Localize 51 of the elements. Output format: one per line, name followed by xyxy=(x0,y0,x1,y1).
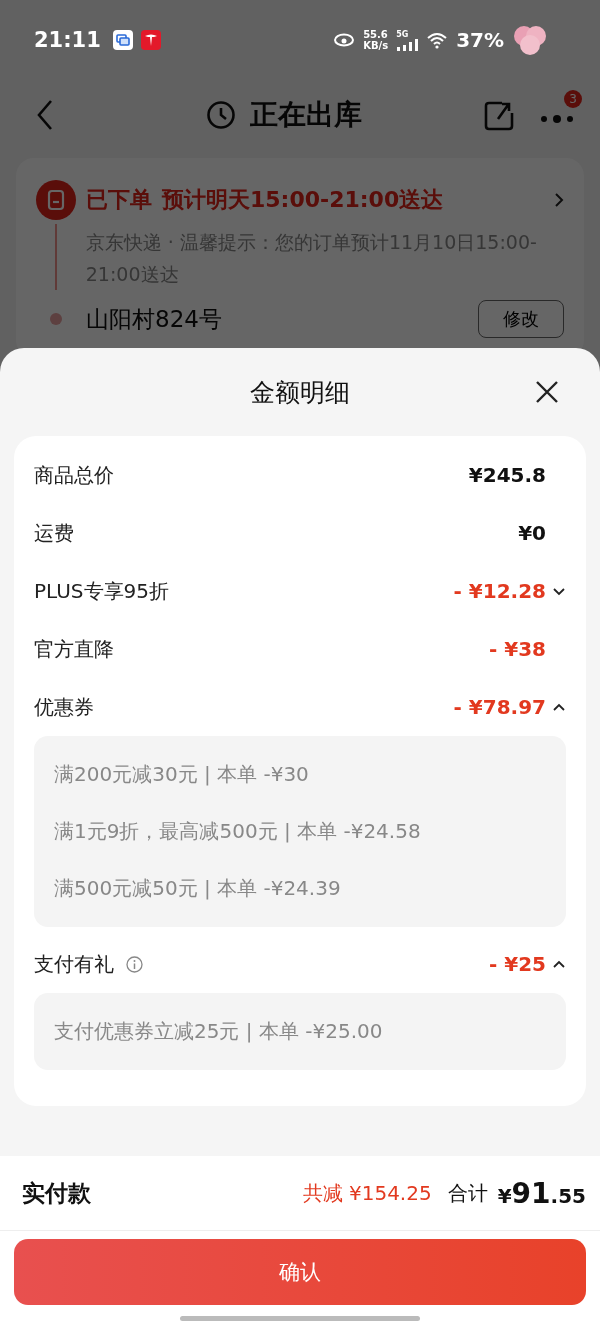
eye-icon xyxy=(333,33,356,47)
price-amount: ¥0 xyxy=(518,521,546,545)
wifi-icon xyxy=(426,31,449,49)
info-icon[interactable] xyxy=(126,955,143,973)
grand-total-label: 合计 xyxy=(447,1179,488,1207)
network-speed: 55.6 xyxy=(363,29,389,40)
status-time: 21:11 xyxy=(34,28,101,52)
price-amount: - ¥38 xyxy=(489,637,546,661)
discount-detail: 满500元减50元 | 本单 -¥24.39 xyxy=(54,875,342,902)
grand-total: ¥91.55 xyxy=(497,1176,586,1210)
close-icon[interactable] xyxy=(535,380,559,404)
price-amount: - ¥12.28 xyxy=(453,579,546,603)
confirm-button[interactable]: 确认 xyxy=(14,1239,586,1305)
share-icon[interactable] xyxy=(484,99,514,131)
battery-level: 37% xyxy=(456,28,504,52)
notification-badge: 3 xyxy=(564,89,582,108)
delivery-address: 山阳村824号 xyxy=(86,304,223,334)
sheet-title: 金额明细 xyxy=(250,376,350,409)
avatar-icon xyxy=(512,24,548,56)
discount-detail: 满200元减30元 | 本单 -¥30 xyxy=(54,761,310,788)
price-label: 官方直降 xyxy=(34,635,114,663)
back-icon[interactable] xyxy=(36,99,54,131)
timeline-dot xyxy=(50,313,62,325)
edit-button[interactable]: 修改 xyxy=(478,300,564,338)
car-app-icon xyxy=(140,30,161,50)
delivery-estimate: 预计明天15:00-21:00送达 xyxy=(162,186,445,214)
page-title: 正在出库 xyxy=(250,97,362,133)
more-icon[interactable] xyxy=(540,112,574,125)
chevron-up-icon[interactable] xyxy=(552,959,566,969)
chevron-down-icon[interactable] xyxy=(552,586,566,596)
discount-detail: 满1元9折，最高减500元 | 本单 -¥24.58 xyxy=(54,818,422,845)
clock-icon xyxy=(206,100,236,130)
price-amount: ¥245.8 xyxy=(468,463,546,487)
gallery-app-icon xyxy=(112,30,133,50)
price-label: 支付有礼 xyxy=(34,950,114,978)
price-label: 商品总价 xyxy=(34,461,114,489)
chevron-right-icon[interactable] xyxy=(554,192,564,208)
price-amount: - ¥25 xyxy=(489,952,546,976)
discount-detail: 支付优惠券立减25元 | 本单 -¥25.00 xyxy=(54,1018,384,1045)
order-status: 已下单 xyxy=(86,186,152,214)
signal-icon xyxy=(396,38,419,51)
price-amount: - ¥78.97 xyxy=(453,695,546,719)
price-label: 优惠券 xyxy=(34,693,94,721)
total-label: 实付款 xyxy=(22,1178,91,1208)
price-label: 运费 xyxy=(34,519,74,547)
network-type: 5G xyxy=(396,29,409,39)
price-label: PLUS专享95折 xyxy=(34,577,169,605)
receipt-icon xyxy=(36,180,76,220)
chevron-up-icon[interactable] xyxy=(552,702,566,712)
total-savings: 共减 ¥154.25 xyxy=(302,1179,432,1207)
speed-unit: KB/s xyxy=(363,40,389,51)
